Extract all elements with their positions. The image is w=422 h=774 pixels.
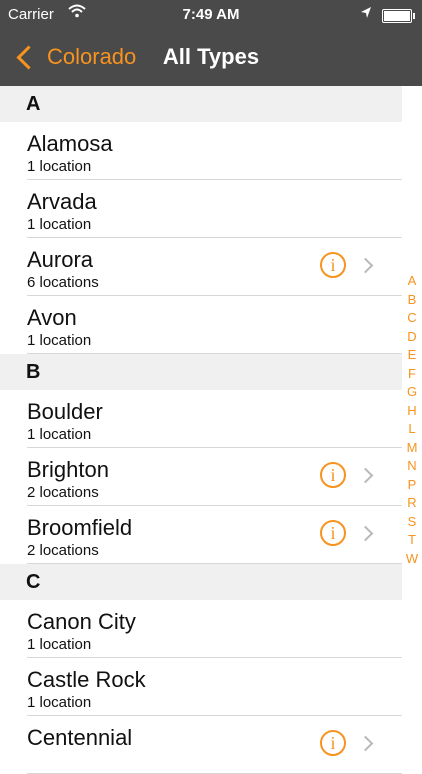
chevron-right-icon — [357, 467, 374, 484]
battery-icon — [382, 9, 415, 23]
list-item[interactable]: Brighton 2 locations i — [0, 448, 402, 506]
location-count: 2 locations — [27, 484, 99, 501]
chevron-right-icon — [357, 257, 374, 274]
location-arrow-icon — [360, 6, 372, 24]
section-header: A — [0, 86, 402, 122]
location-count: 1 location — [27, 694, 92, 711]
row-separator — [27, 353, 402, 354]
navigation-bar: Carrier 7:49 AM Colorado All Types — [0, 0, 422, 86]
page-title: All Types — [162, 44, 260, 69]
section-header: B — [0, 354, 402, 390]
chevron-right-icon — [357, 525, 374, 542]
info-icon[interactable]: i — [320, 520, 346, 546]
index-letter[interactable]: E — [402, 346, 422, 365]
location-count: 1 location — [27, 426, 92, 443]
location-count: 2 locations — [27, 542, 99, 559]
location-count: 6 locations — [27, 274, 99, 291]
index-letter[interactable]: W — [402, 550, 422, 569]
city-name: Boulder — [27, 399, 103, 424]
info-icon[interactable]: i — [320, 252, 346, 278]
index-letter[interactable]: H — [402, 402, 422, 421]
list-item[interactable]: Canon City 1 location — [0, 600, 402, 658]
index-letter[interactable]: R — [402, 494, 422, 513]
city-name: Castle Rock — [27, 667, 146, 692]
status-bar: Carrier 7:49 AM — [0, 0, 422, 30]
list-item[interactable]: Boulder 1 location — [0, 390, 402, 448]
index-letter[interactable]: D — [402, 328, 422, 347]
index-letter[interactable]: M — [402, 439, 422, 458]
city-name: Brighton — [27, 457, 109, 482]
list-item[interactable]: Castle Rock 1 location — [0, 658, 402, 716]
city-name: Avon — [27, 305, 77, 330]
index-letter[interactable]: C — [402, 309, 422, 328]
status-time: 7:49 AM — [182, 6, 240, 23]
city-name: Alamosa — [27, 131, 113, 156]
city-name: Broomfield — [27, 515, 133, 540]
index-letter[interactable]: S — [402, 513, 422, 532]
index-letter[interactable]: F — [402, 365, 422, 384]
list-item[interactable]: Aurora 6 locations i — [0, 238, 402, 296]
index-letter[interactable]: N — [402, 457, 422, 476]
section-header: C — [0, 564, 402, 600]
city-name: Canon City — [27, 609, 136, 634]
list-item[interactable]: Broomfield 2 locations i — [0, 506, 402, 564]
list-item[interactable]: Arvada 1 location — [0, 180, 402, 238]
list-item[interactable]: Avon 1 location — [0, 296, 402, 354]
location-count: 1 location — [27, 332, 92, 349]
index-letter[interactable]: B — [402, 291, 422, 310]
city-list: A Alamosa 1 location Arvada 1 location Aurora… — [0, 86, 402, 774]
city-name: Centennial — [27, 725, 133, 750]
section-index[interactable]: ABCDEFGHLMNPRSTW — [402, 272, 422, 568]
list-item[interactable]: Alamosa 1 location — [0, 122, 402, 180]
chevron-right-icon — [357, 735, 374, 752]
index-letter[interactable]: P — [402, 476, 422, 495]
location-count: 1 location — [27, 158, 92, 175]
city-name: Arvada — [27, 189, 97, 214]
index-letter[interactable]: A — [402, 272, 422, 291]
info-icon[interactable]: i — [320, 730, 346, 756]
row-separator — [27, 563, 402, 564]
index-letter[interactable]: L — [402, 420, 422, 439]
info-icon[interactable]: i — [320, 462, 346, 488]
location-count: 1 location — [27, 636, 92, 653]
list-item[interactable]: Centennial i — [0, 716, 402, 774]
city-name: Aurora — [27, 247, 94, 272]
location-count: 1 location — [27, 216, 92, 233]
index-letter[interactable]: T — [402, 531, 422, 550]
index-letter[interactable]: G — [402, 383, 422, 402]
